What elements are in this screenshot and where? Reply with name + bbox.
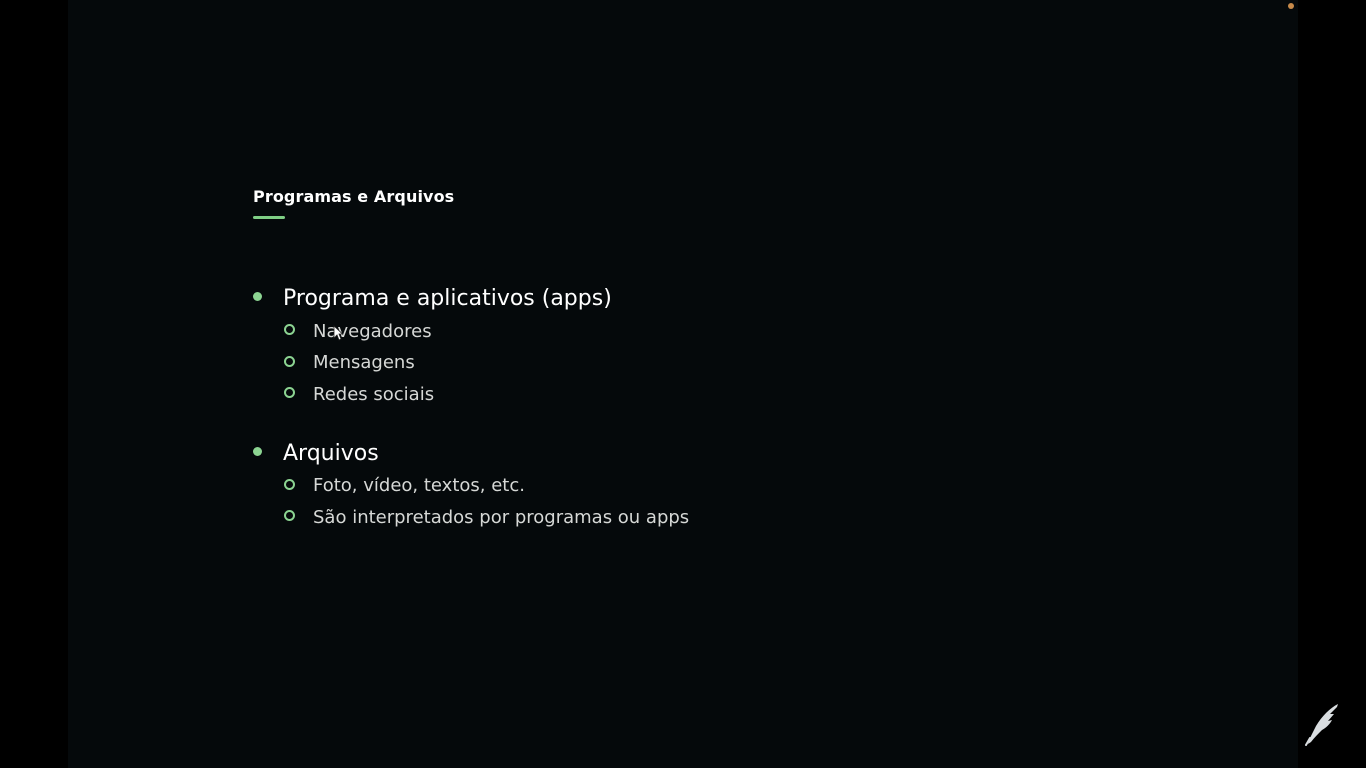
section-header: Programa e aplicativos (apps) <box>253 282 689 316</box>
filled-bullet-icon <box>253 446 262 456</box>
list-item: Mensagens <box>253 348 689 380</box>
slide-title: Programas e Arquivos <box>253 187 455 206</box>
sub-list: Navegadores Mensagens Redes sociais <box>253 316 689 411</box>
list-item: Foto, vídeo, textos, etc. <box>253 471 689 503</box>
list-item: Navegadores <box>253 316 689 348</box>
bullet-list: Programa e aplicativos (apps) Navegadore… <box>253 282 689 560</box>
section-header: Arquivos <box>253 437 689 471</box>
feather-quill-icon <box>1305 704 1338 746</box>
list-item-label: Navegadores <box>313 320 432 342</box>
slide-canvas: Programas e Arquivos Programa e aplicati… <box>68 0 1298 768</box>
hollow-bullet-icon <box>284 510 295 521</box>
mouse-pointer-icon <box>333 325 343 341</box>
hollow-bullet-icon <box>284 324 295 335</box>
section-label: Programa e aplicativos (apps) <box>283 286 612 311</box>
hollow-bullet-icon <box>284 387 295 398</box>
list-item-label: Foto, vídeo, textos, etc. <box>313 475 525 497</box>
hollow-bullet-icon <box>284 478 295 490</box>
hollow-bullet-icon <box>284 355 295 367</box>
list-item-label: Mensagens <box>313 352 415 374</box>
list-item-label: Redes sociais <box>313 383 435 405</box>
bullet-section-files: Arquivos Foto, vídeo, textos, etc. São i… <box>253 437 689 534</box>
list-item-label: São interpretados por programas ou apps <box>313 506 690 528</box>
title-underline <box>253 216 285 219</box>
list-item: Redes sociais <box>253 379 689 411</box>
section-label: Arquivos <box>283 440 379 466</box>
filled-bullet-icon <box>253 292 262 301</box>
sub-list: Foto, vídeo, textos, etc. São interpreta… <box>253 471 689 534</box>
list-item: São interpretados por programas ou apps <box>253 502 689 534</box>
bullet-section-programs: Programa e aplicativos (apps) Navegadore… <box>253 282 689 411</box>
status-dot-icon <box>1288 3 1294 9</box>
